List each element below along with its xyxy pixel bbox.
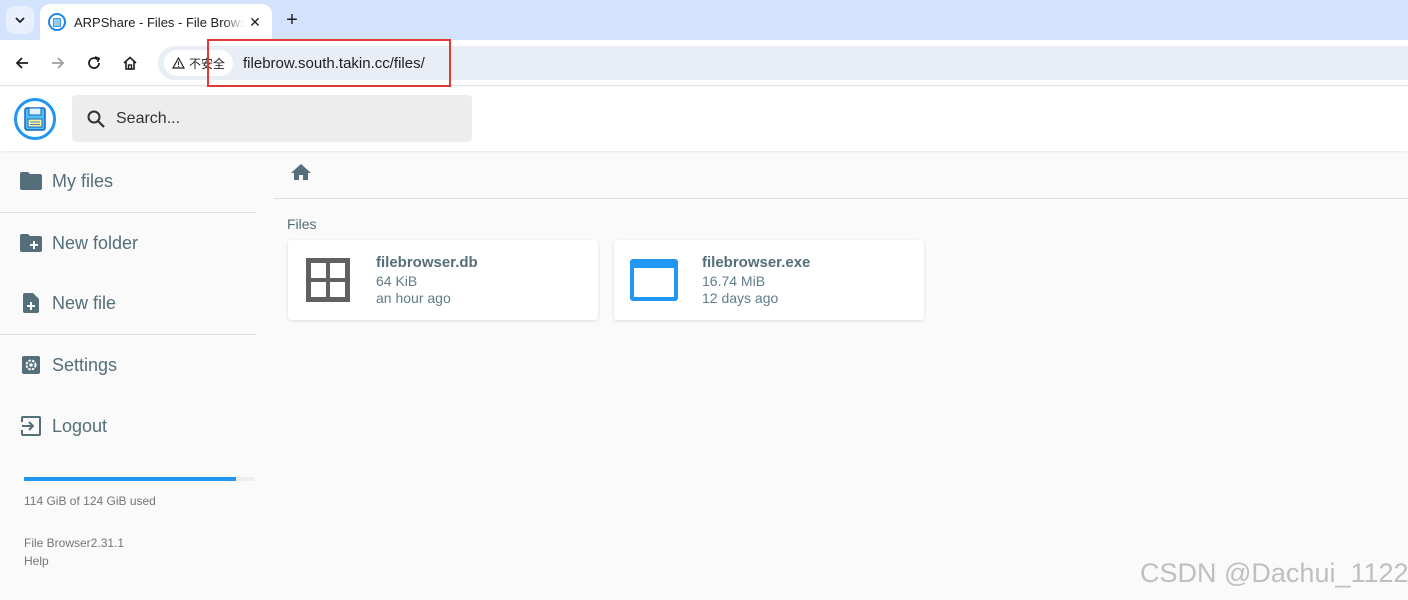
new-tab-button[interactable]: +	[280, 8, 304, 32]
reload-icon	[88, 56, 101, 69]
file-browser-favicon-icon	[48, 13, 66, 31]
browser-toolbar: 不安全 filebrow.south.takin.cc/files/	[0, 40, 1408, 86]
browser-tab-bar: ARPShare - Files - File Browser ✕ +	[0, 0, 1408, 40]
grid-icon	[302, 254, 354, 306]
file-name: filebrowser.exe	[702, 254, 811, 271]
sidebar: My files New folder New file Settings Lo…	[0, 151, 256, 600]
application-window-icon	[628, 254, 680, 306]
exit-icon	[20, 415, 42, 437]
sidebar-item-new-folder[interactable]: New folder	[0, 213, 256, 273]
file-item[interactable]: filebrowser.db 64 KiB an hour ago	[288, 240, 598, 320]
file-size: 16.74 MiB	[702, 273, 766, 289]
url-text[interactable]: filebrow.south.takin.cc/files/	[243, 55, 425, 72]
security-chip[interactable]: 不安全	[164, 50, 234, 76]
note-add-icon	[20, 292, 42, 314]
settings-icon	[20, 354, 42, 376]
sidebar-item-my-files[interactable]: My files	[0, 151, 256, 211]
sidebar-item-new-file[interactable]: New file	[0, 273, 256, 333]
sidebar-item-settings[interactable]: Settings	[0, 335, 256, 395]
storage-usage-text: 114 GiB of 124 GiB used	[24, 494, 156, 508]
sidebar-item-logout[interactable]: Logout	[0, 396, 256, 456]
search-box[interactable]	[72, 95, 472, 142]
create-new-folder-icon	[20, 232, 42, 254]
arrow-left-icon	[15, 57, 28, 69]
file-modified: an hour ago	[376, 290, 451, 306]
tab-title: ARPShare - Files - File Browser	[74, 14, 244, 30]
sidebar-item-label: Logout	[52, 415, 108, 436]
watermark: CSDN @Dachui_1122	[1140, 558, 1408, 588]
forward-button[interactable]	[44, 49, 72, 77]
app-version: File Browser2.31.1	[24, 536, 125, 550]
chevron-down-icon	[15, 17, 25, 24]
warning-icon	[172, 57, 185, 69]
home-outline-icon	[123, 56, 137, 70]
folder-icon	[20, 170, 42, 192]
sidebar-item-label: Settings	[52, 354, 118, 375]
security-label: 不安全	[189, 56, 226, 71]
back-button[interactable]	[8, 49, 36, 77]
app-header	[0, 87, 1408, 151]
browser-tab-active[interactable]: ARPShare - Files - File Browser ✕	[40, 4, 272, 40]
storage-usage-fill	[24, 477, 236, 481]
home-button[interactable]	[116, 49, 144, 77]
reload-button[interactable]	[80, 49, 108, 77]
storage-usage-bar	[24, 477, 254, 481]
search-icon	[87, 110, 105, 128]
file-browser-logo-icon[interactable]	[14, 98, 56, 140]
sidebar-item-label: My files	[52, 170, 114, 191]
file-modified: 12 days ago	[702, 290, 779, 306]
home-icon[interactable]	[290, 163, 312, 186]
breadcrumb	[274, 151, 1408, 199]
file-item[interactable]: filebrowser.exe 16.74 MiB 12 days ago	[614, 240, 924, 320]
sidebar-item-label: New folder	[52, 232, 139, 253]
file-size: 64 KiB	[376, 273, 418, 289]
sidebar-item-label: New file	[52, 292, 117, 313]
address-bar[interactable]: 不安全 filebrow.south.takin.cc/files/	[158, 46, 1408, 80]
tab-close-icon[interactable]: ✕	[246, 14, 264, 31]
help-link[interactable]: Help	[24, 554, 49, 568]
section-title-files: Files	[287, 216, 317, 232]
arrow-right-icon	[52, 57, 65, 69]
file-name: filebrowser.db	[376, 254, 478, 271]
search-input[interactable]	[116, 109, 446, 128]
tab-search-button[interactable]	[6, 6, 34, 34]
